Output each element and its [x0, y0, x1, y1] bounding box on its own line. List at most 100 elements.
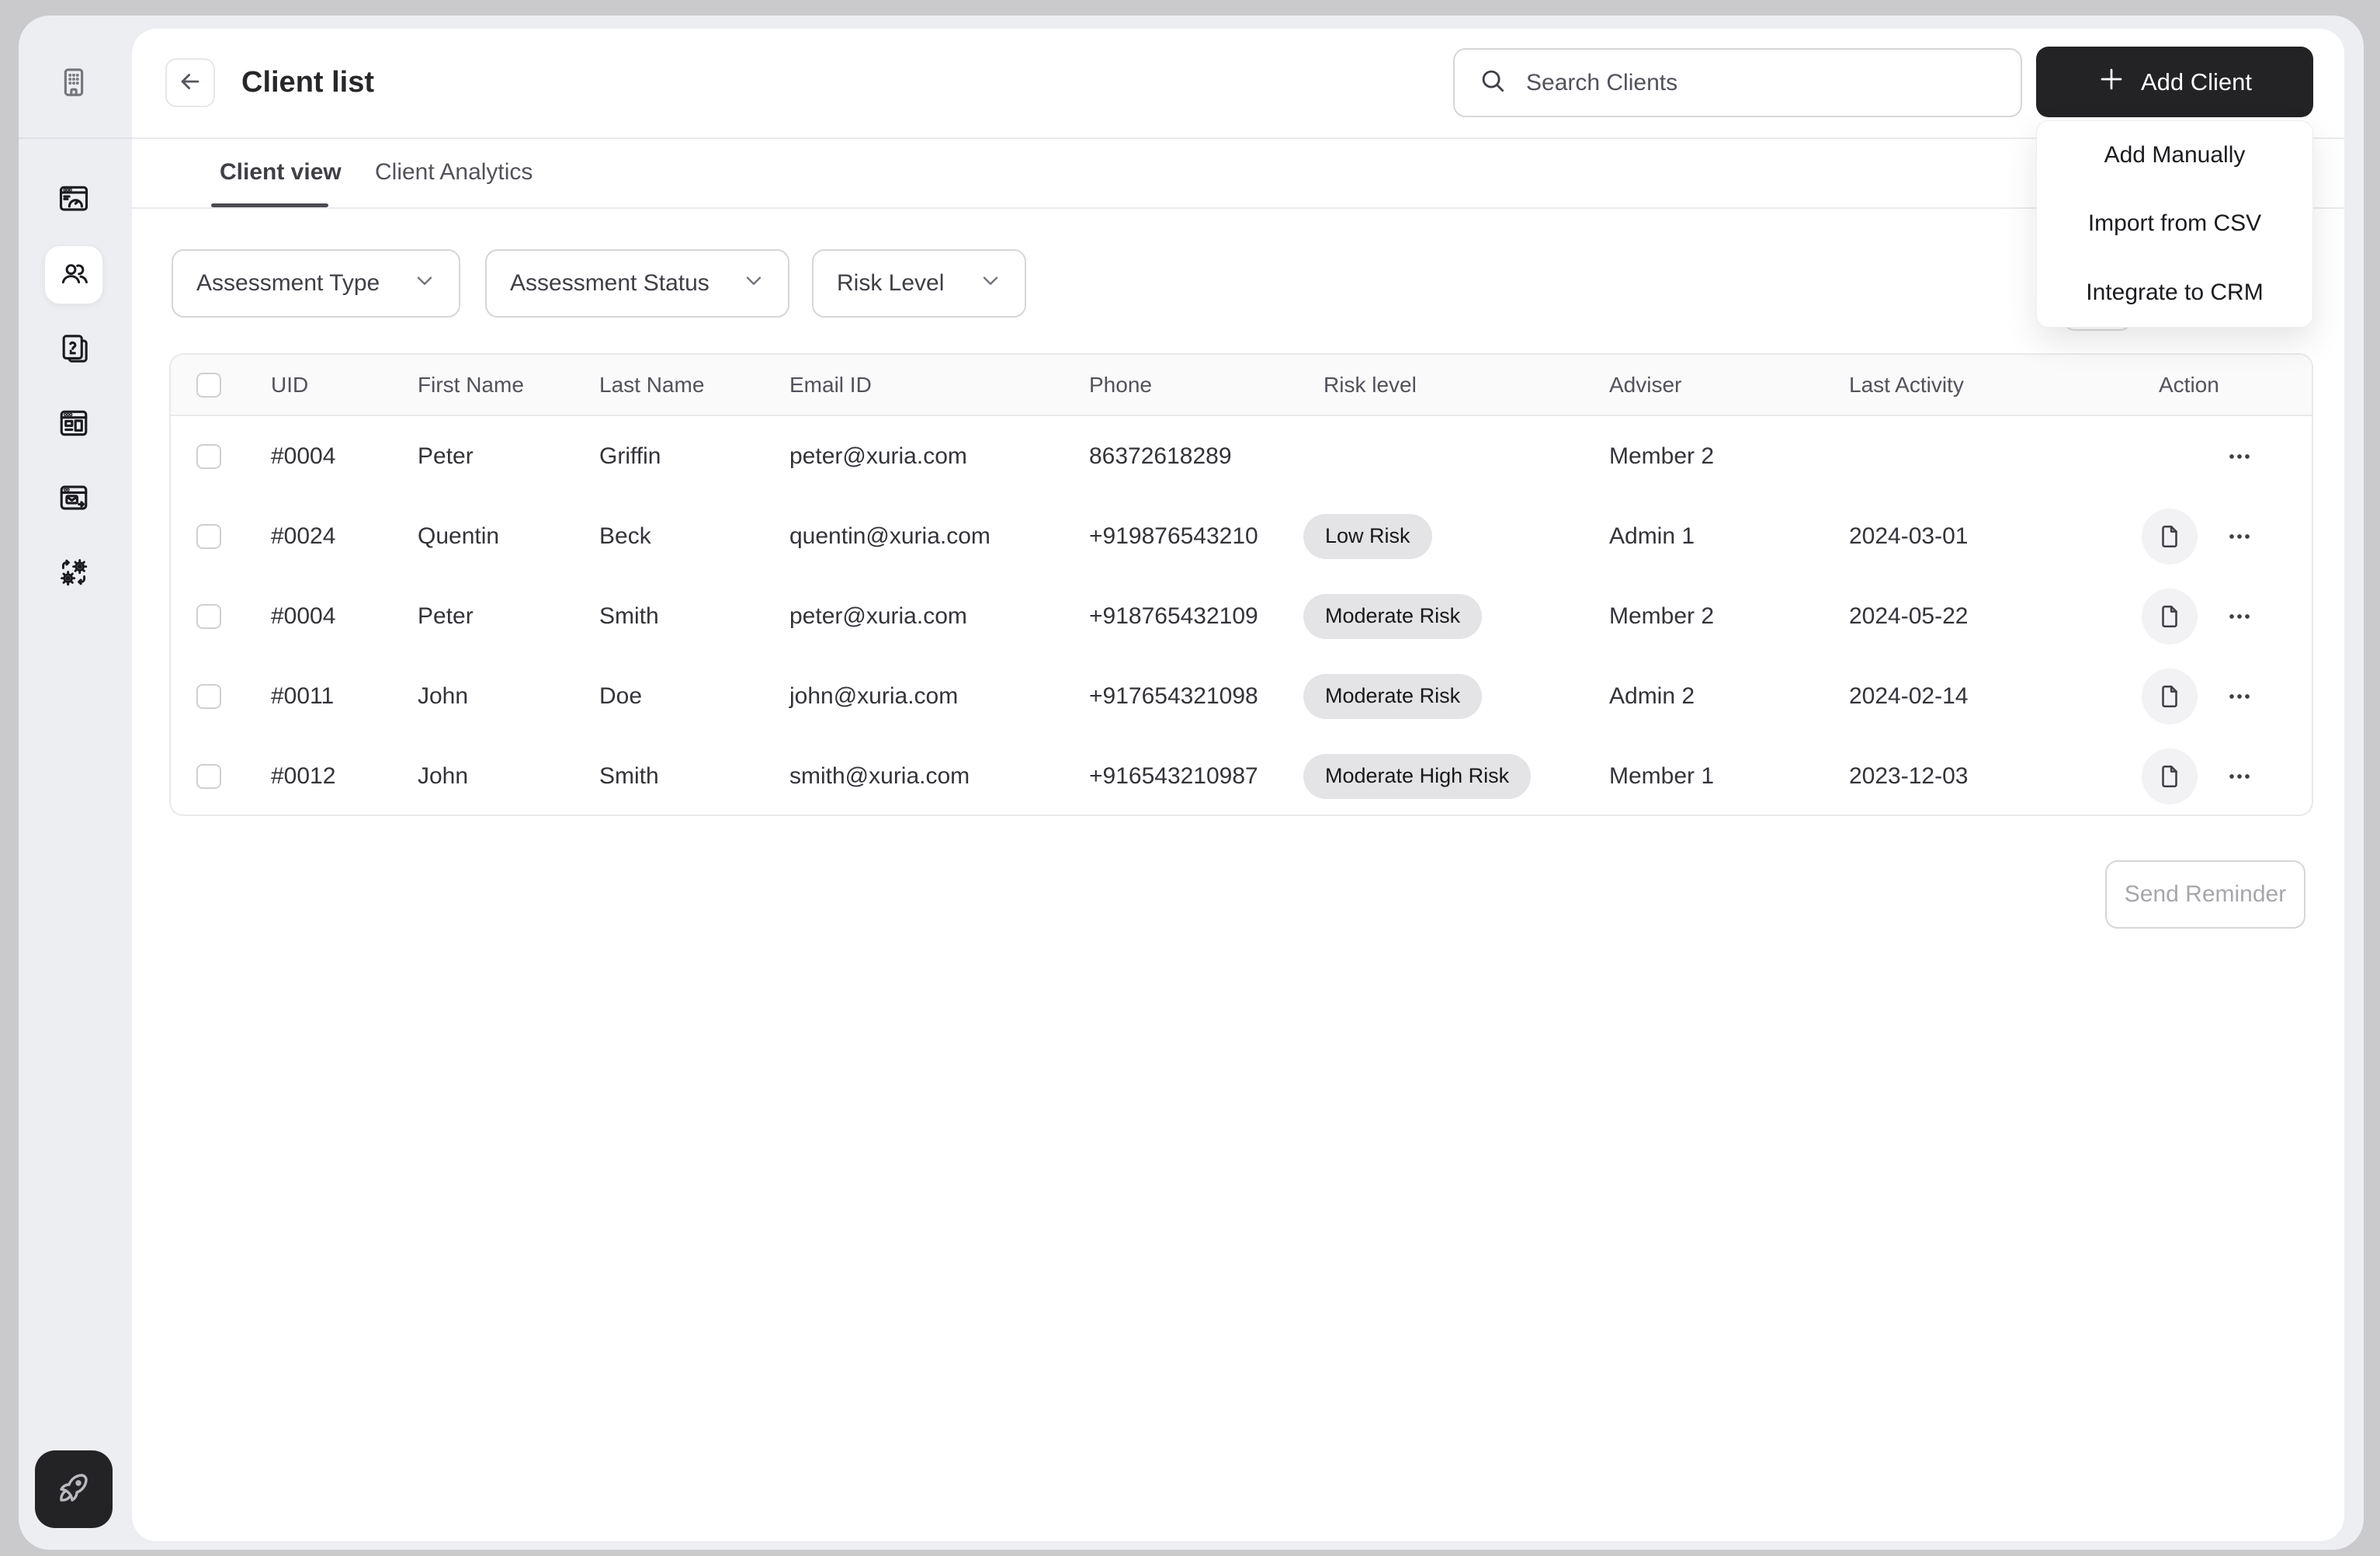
cell-phone: +916543210987: [1089, 763, 1324, 790]
plus-icon: [2097, 65, 2125, 99]
app-window: Client list Add Client Add Manually Impo…: [19, 16, 2364, 1550]
add-client-button[interactable]: Add Client: [2036, 47, 2313, 117]
cell-first-name: Peter: [418, 603, 599, 630]
row-checkbox[interactable]: [196, 764, 221, 789]
filter-assessment-type[interactable]: Assessment Type: [172, 249, 460, 318]
cell-email: peter@xuria.com: [789, 603, 1089, 630]
filter-risk-level[interactable]: Risk Level: [812, 249, 1026, 318]
row-menu-button[interactable]: [2218, 755, 2261, 798]
row-checkbox[interactable]: [196, 684, 221, 709]
cell-email: smith@xuria.com: [789, 763, 1089, 790]
filter-label: Risk Level: [837, 270, 944, 297]
cell-last-activity: 2024-03-01: [1849, 523, 2159, 550]
table-body: #0004PeterGriffinpeter@xuria.com86372618…: [171, 416, 2312, 816]
cell-last-activity: 2024-02-14: [1849, 683, 2159, 710]
cell-uid: #0024: [271, 523, 418, 550]
cell-last-name: Beck: [599, 523, 789, 550]
automation-gears-icon[interactable]: [57, 555, 91, 589]
layout-window-icon[interactable]: [57, 406, 91, 440]
cell-action: [2142, 748, 2312, 804]
col-uid: UID: [271, 373, 418, 398]
cell-action: [2142, 509, 2312, 564]
col-risk-level: Risk level: [1324, 373, 1609, 398]
row-checkbox[interactable]: [196, 524, 221, 549]
cell-action: [2142, 669, 2312, 724]
cell-last-name: Doe: [599, 683, 789, 710]
cell-action: [2142, 429, 2312, 485]
chevron-down-icon: [723, 268, 766, 299]
row-menu-button[interactable]: [2218, 595, 2261, 638]
cell-adviser: Admin 1: [1609, 523, 1849, 550]
cell-adviser: Member 1: [1609, 763, 1849, 790]
file-button[interactable]: [2142, 669, 2198, 724]
cell-phone: 86372618289: [1089, 443, 1324, 470]
send-reminder-button[interactable]: Send Reminder: [2105, 860, 2305, 929]
col-email: Email ID: [789, 373, 1089, 398]
filter-assessment-status[interactable]: Assessment Status: [485, 249, 789, 318]
file-button[interactable]: [2142, 509, 2198, 564]
menu-item-import-csv[interactable]: Import from CSV: [2037, 189, 2312, 258]
table-row: #0024QuentinBeckquentin@xuria.com+919876…: [171, 496, 2312, 576]
menu-item-add-manually[interactable]: Add Manually: [2037, 121, 2312, 189]
risk-level-badge: Moderate Risk: [1303, 594, 1482, 639]
cell-last-activity: 2023-12-03: [1849, 763, 2159, 790]
cell-uid: #0004: [271, 603, 418, 630]
col-adviser: Adviser: [1609, 373, 1849, 398]
row-checkbox[interactable]: [196, 604, 221, 629]
launch-button[interactable]: [35, 1450, 113, 1528]
cell-first-name: Quentin: [418, 523, 599, 550]
dashboard-icon[interactable]: [57, 182, 91, 216]
main-content: Client list Add Client Add Manually Impo…: [132, 29, 2344, 1541]
risk-level-badge: Moderate High Risk: [1303, 754, 1531, 799]
file-button[interactable]: [2142, 748, 2198, 804]
mail-export-icon[interactable]: [57, 481, 91, 515]
table-header-row: UID First Name Last Name Email ID Phone …: [171, 355, 2312, 416]
sidebar-divider: [19, 137, 132, 139]
file-button[interactable]: [2142, 589, 2198, 644]
assessment-question-icon[interactable]: [57, 332, 91, 366]
sidebar-item-clients[interactable]: [44, 245, 103, 304]
col-last-activity: Last Activity: [1849, 373, 2159, 398]
cell-adviser: Member 2: [1609, 443, 1849, 470]
row-menu-button[interactable]: [2218, 515, 2261, 558]
cell-phone: +919876543210: [1089, 523, 1324, 550]
col-phone: Phone: [1089, 373, 1324, 398]
add-client-label: Add Client: [2141, 68, 2252, 96]
sidebar: [19, 16, 132, 1550]
arrow-left-icon: [177, 68, 203, 97]
filter-label: Assessment Type: [196, 270, 380, 297]
page-title: Client list: [241, 66, 374, 99]
cell-last-name: Smith: [599, 603, 789, 630]
cell-email: quentin@xuria.com: [789, 523, 1089, 550]
row-menu-button[interactable]: [2218, 675, 2261, 718]
table-row: #0012JohnSmithsmith@xuria.com+9165432109…: [171, 736, 2312, 816]
cell-last-activity: 2024-05-22: [1849, 603, 2159, 630]
row-checkbox[interactable]: [196, 444, 221, 469]
cell-email: john@xuria.com: [789, 683, 1089, 710]
filter-label: Assessment Status: [510, 270, 709, 297]
back-button[interactable]: [165, 58, 215, 107]
tabs-divider: [132, 207, 2344, 209]
cell-last-name: Griffin: [599, 443, 789, 470]
cell-first-name: Peter: [418, 443, 599, 470]
tab-client-analytics[interactable]: Client Analytics: [375, 159, 533, 186]
col-action: Action: [2159, 373, 2312, 398]
rocket-icon: [55, 1469, 92, 1510]
header-divider: [132, 137, 2344, 139]
cell-phone: +917654321098: [1089, 683, 1324, 710]
search-input[interactable]: [1526, 70, 1997, 96]
cell-phone: +918765432109: [1089, 603, 1324, 630]
cell-uid: #0012: [271, 763, 418, 790]
cell-adviser: Member 2: [1609, 603, 1849, 630]
cell-uid: #0011: [271, 683, 418, 710]
menu-item-integrate-crm[interactable]: Integrate to CRM: [2037, 259, 2312, 327]
cell-action: [2142, 589, 2312, 644]
cell-uid: #0004: [271, 443, 418, 470]
select-all-checkbox[interactable]: [196, 373, 221, 398]
tab-client-view[interactable]: Client view: [220, 159, 342, 186]
risk-level-badge: Low Risk: [1303, 514, 1432, 559]
cell-last-name: Smith: [599, 763, 789, 790]
row-menu-button[interactable]: [2218, 435, 2261, 478]
add-client-menu: Add Manually Import from CSV Integrate t…: [2036, 120, 2313, 328]
building-icon[interactable]: [57, 65, 91, 99]
